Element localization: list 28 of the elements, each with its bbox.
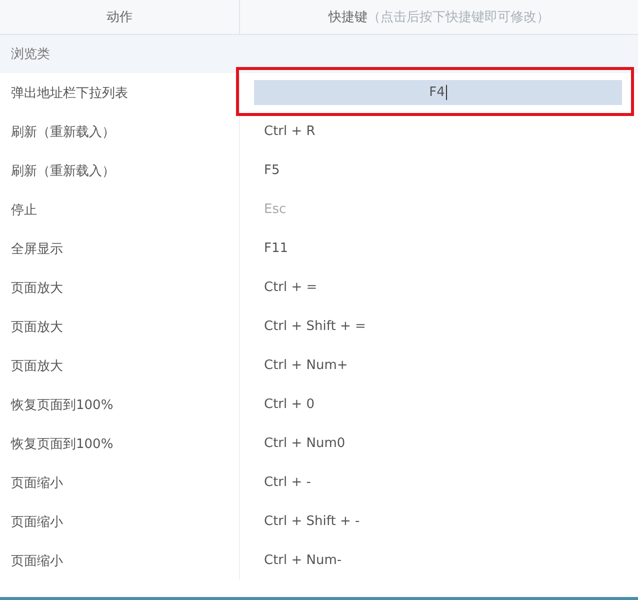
action-label: 刷新（重新载入） (11, 162, 115, 180)
column-header: 快捷键（点击后按下快捷键即可修改） (328, 9, 550, 26)
shortcut-text[interactable]: Ctrl + Num+ (264, 358, 348, 373)
action-label: 恢复页面到100% (11, 396, 114, 414)
shortcut-text[interactable]: Ctrl + Num- (264, 553, 342, 568)
shortcut-text[interactable]: Ctrl + Num0 (264, 436, 346, 451)
action-label: 页面缩小 (11, 552, 63, 570)
shortcut-text[interactable]: Ctrl + Shift + = (264, 319, 366, 334)
action-label: 页面放大 (11, 358, 63, 374)
action-label: 全屏显示 (11, 240, 63, 258)
action-label: 页面缩小 (11, 514, 63, 530)
shortcut-text[interactable]: F5 (264, 163, 280, 178)
shortcut-text[interactable]: Ctrl + Shift + - (264, 514, 360, 529)
action-label: 恢复页面到100% (11, 436, 114, 452)
shortcut-text[interactable]: Ctrl + 0 (264, 397, 315, 412)
shortcut-field[interactable]: F4 (254, 80, 622, 105)
action-label: 刷新（重新载入） (11, 124, 115, 140)
shortcut-text[interactable]: Ctrl + R (264, 124, 316, 139)
column-header: 动作 (106, 9, 132, 26)
shortcut-text[interactable]: Ctrl + = (264, 280, 318, 295)
action-label: 页面放大 (11, 280, 63, 296)
category-label: 浏览类 (11, 46, 50, 63)
action-label: 弹出地址栏下拉列表 (11, 84, 128, 102)
shortcut-text[interactable]: Ctrl + - (264, 475, 311, 490)
action-label: 页面缩小 (11, 474, 63, 492)
action-label: 页面放大 (11, 318, 63, 336)
action-label: 停止 (11, 202, 37, 218)
shortcut-text[interactable]: F11 (264, 241, 288, 256)
